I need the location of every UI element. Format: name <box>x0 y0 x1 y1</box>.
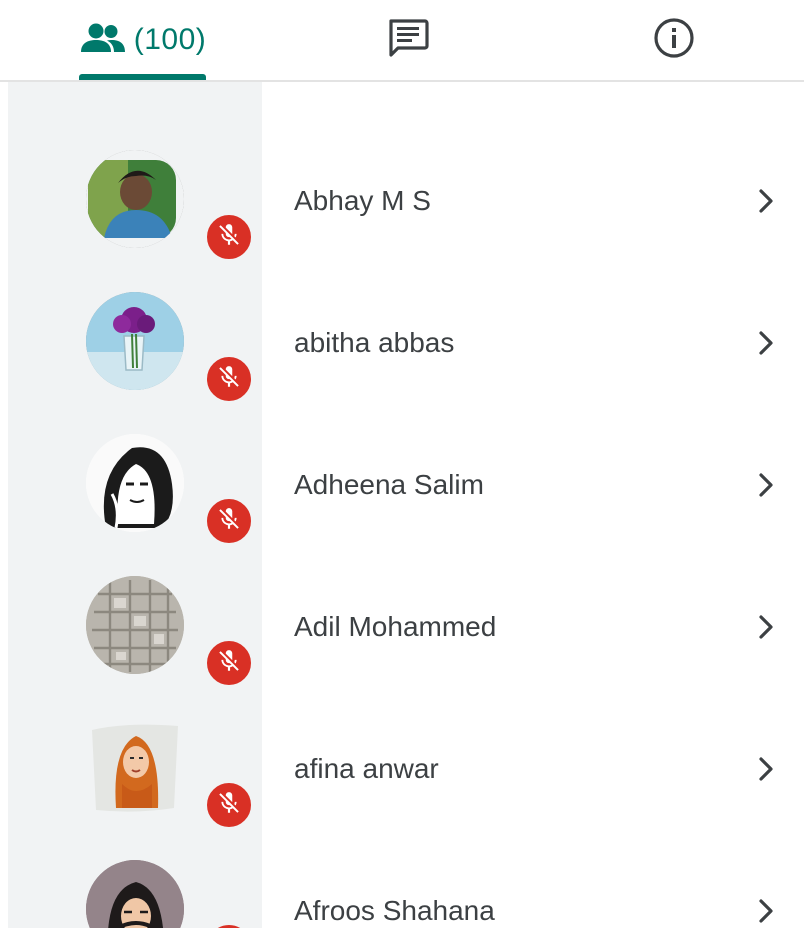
participants-tab-bar: (100) <box>0 0 804 82</box>
info-icon <box>653 17 695 64</box>
chevron-right-icon[interactable] <box>752 468 780 502</box>
selected-tab-indicator <box>79 74 206 80</box>
avatar <box>86 150 184 248</box>
chat-icon <box>387 18 429 63</box>
tab-people[interactable]: (100) <box>78 0 208 80</box>
avatar <box>86 292 184 390</box>
participant-name: afina anwar <box>294 753 439 784</box>
list-item[interactable] <box>0 82 804 104</box>
tab-info[interactable] <box>638 0 710 80</box>
tab-chat[interactable] <box>372 0 444 80</box>
avatar <box>86 576 184 674</box>
list-item[interactable]: afina anwar <box>0 672 804 830</box>
chevron-right-icon[interactable] <box>752 752 780 786</box>
list-item[interactable]: Abhay M S <box>0 104 804 262</box>
participant-name: Abhay M S <box>294 185 431 216</box>
participant-list[interactable]: Abhay M S abitha abbas Adheena Salim Adi… <box>0 82 804 928</box>
muted-badge <box>204 922 254 928</box>
list-item[interactable]: Adheena Salim <box>0 388 804 546</box>
chevron-right-icon[interactable] <box>752 894 780 928</box>
avatar <box>86 718 184 816</box>
participant-name: Adil Mohammed <box>294 611 497 642</box>
people-icon <box>80 23 126 58</box>
list-item[interactable]: Afroos Shahana <box>0 814 804 928</box>
participant-name: abitha abbas <box>294 327 455 358</box>
list-item[interactable]: Adil Mohammed <box>0 530 804 688</box>
participant-count: (100) <box>133 23 207 56</box>
chevron-right-icon[interactable] <box>752 610 780 644</box>
avatar <box>86 434 184 532</box>
chevron-right-icon[interactable] <box>752 326 780 360</box>
list-item[interactable]: abitha abbas <box>0 246 804 404</box>
chevron-right-icon[interactable] <box>752 184 780 218</box>
avatar <box>86 860 184 928</box>
participant-name: Afroos Shahana <box>294 895 495 926</box>
participant-name: Adheena Salim <box>294 469 484 500</box>
